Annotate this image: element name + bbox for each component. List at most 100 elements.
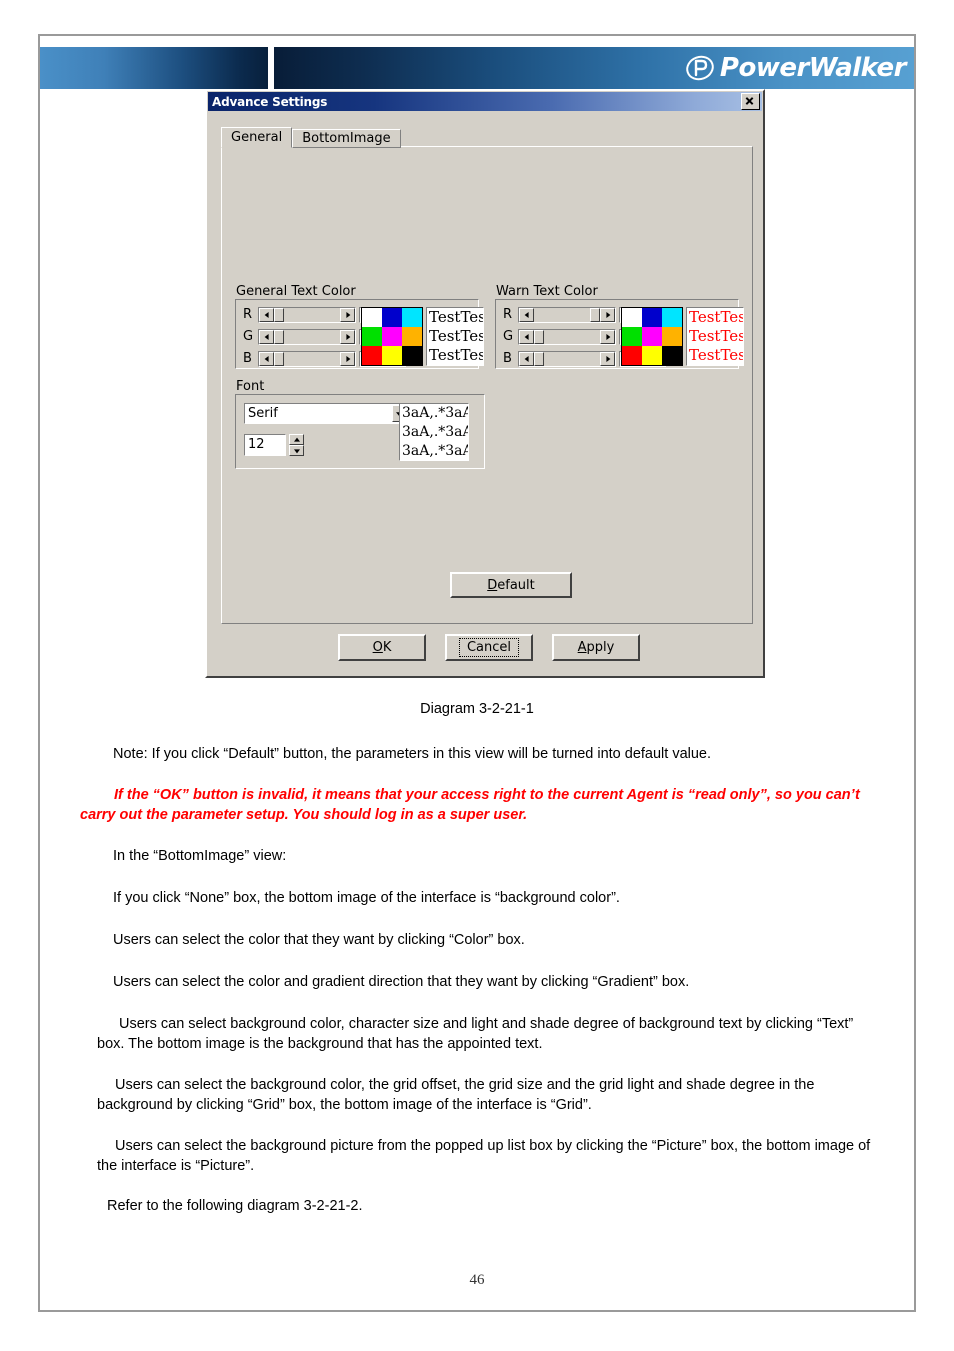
brand-logo: PowerWalker [685, 53, 907, 83]
preview-line: TestTes [689, 308, 744, 326]
warn-r-slider[interactable] [518, 306, 616, 323]
ok-button[interactable]: OK [338, 634, 426, 661]
tab-bottomimage-label: BottomImage [302, 131, 391, 146]
advance-settings-dialog: Advance Settings General BottomImage Gen… [205, 89, 765, 678]
body-paragraph-1: In the “BottomImage” view: [113, 848, 287, 864]
arrow-right-icon[interactable] [340, 329, 355, 344]
page-number: 46 [469, 1272, 485, 1288]
color-swatch[interactable] [622, 346, 642, 365]
tab-general[interactable]: General [221, 127, 293, 148]
warn-g-label: G [503, 329, 514, 344]
powerwalker-logo-icon [685, 53, 715, 83]
slider-thumb[interactable] [534, 329, 544, 344]
general-text-preview: TestTes TestTes TestTes [426, 307, 484, 366]
arrow-right-icon[interactable] [600, 307, 615, 322]
body-paragraph-2: If you click “None” box, the bottom imag… [113, 890, 620, 906]
arrow-left-icon[interactable] [259, 351, 274, 366]
preview-line: 3aA,.*3aA [402, 405, 469, 421]
arrow-left-icon[interactable] [259, 329, 274, 344]
default-button[interactable]: Default [450, 572, 572, 598]
color-swatch[interactable] [622, 327, 642, 346]
general-r-label: R [243, 307, 253, 322]
warn-b-slider[interactable] [518, 350, 616, 367]
color-swatch[interactable] [642, 327, 662, 346]
page-header-banner: PowerWalker [40, 47, 914, 89]
brand-name: PowerWalker [719, 53, 907, 83]
font-sample-preview: 3aA,.*3aA 3aA,.*3aA 3aA,.*3aA [399, 403, 469, 461]
slider-thumb[interactable] [274, 351, 284, 366]
color-swatch[interactable] [662, 308, 682, 327]
color-swatch[interactable] [382, 346, 402, 365]
color-swatch[interactable] [662, 327, 682, 346]
color-swatch[interactable] [362, 308, 382, 327]
preview-line: TestTes [429, 346, 484, 364]
color-swatch[interactable] [402, 327, 422, 346]
body-paragraph-6: Users can select the background color, t… [97, 1077, 815, 1113]
arrow-right-icon[interactable] [340, 307, 355, 322]
warn-color-swatch-grid[interactable] [621, 307, 683, 366]
tab-strip: General BottomImage [221, 126, 401, 148]
preview-line: 3aA,.*3aA [402, 443, 469, 459]
preview-line: TestTes [429, 327, 484, 345]
spinner-up-icon[interactable] [289, 434, 304, 445]
general-b-label: B [243, 351, 252, 366]
body-paragraph-5: Users can select background color, chara… [97, 1016, 854, 1052]
warn-g-slider[interactable] [518, 328, 616, 345]
color-swatch[interactable] [622, 308, 642, 327]
apply-button-label: pply [586, 640, 615, 655]
warn-r-label: R [503, 307, 513, 322]
color-swatch[interactable] [662, 346, 682, 365]
arrow-left-icon[interactable] [519, 307, 534, 322]
slider-thumb[interactable] [534, 351, 544, 366]
note-paragraph: Note: If you click “Default” button, the… [113, 746, 712, 762]
default-button-label: efault [497, 577, 535, 593]
color-swatch[interactable] [402, 346, 422, 365]
tab-general-label: General [231, 130, 283, 145]
general-r-slider[interactable] [258, 306, 356, 323]
apply-button-mnemonic: A [577, 640, 587, 655]
apply-button[interactable]: Apply [552, 634, 640, 661]
cancel-button-label: Cancel [466, 640, 512, 655]
slider-thumb[interactable] [590, 307, 600, 322]
font-family-select[interactable]: Serif [244, 403, 412, 424]
dialog-title: Advance Settings [212, 94, 328, 109]
color-swatch[interactable] [362, 346, 382, 365]
general-g-label: G [243, 329, 254, 344]
general-color-swatch-grid[interactable] [361, 307, 423, 366]
color-swatch[interactable] [382, 327, 402, 346]
body-paragraph-4: Users can select the color and gradient … [113, 974, 690, 990]
arrow-right-icon[interactable] [600, 329, 615, 344]
preview-line: TestTes [429, 308, 484, 326]
ok-button-label: K [382, 640, 392, 655]
warning-paragraph: If the “OK” button is invalid, it means … [80, 787, 860, 823]
font-size-input[interactable]: 12 [244, 434, 286, 456]
tab-panel-general: General Text Color R 0 G 0 [221, 146, 753, 624]
dialog-titlebar[interactable]: Advance Settings [208, 92, 762, 111]
color-swatch[interactable] [642, 308, 662, 327]
spinner-down-icon[interactable] [289, 445, 304, 456]
arrow-left-icon[interactable] [259, 307, 274, 322]
color-swatch[interactable] [402, 308, 422, 327]
arrow-left-icon[interactable] [519, 329, 534, 344]
preview-line: TestTes [689, 346, 744, 364]
close-icon[interactable] [741, 93, 760, 110]
body-paragraph-8: Refer to the following diagram 3-2-21-2. [107, 1198, 363, 1214]
arrow-right-icon[interactable] [600, 351, 615, 366]
arrow-left-icon[interactable] [519, 351, 534, 366]
color-swatch[interactable] [362, 327, 382, 346]
font-group-title: Font [236, 379, 265, 394]
slider-thumb[interactable] [274, 329, 284, 344]
color-swatch[interactable] [382, 308, 402, 327]
slider-thumb[interactable] [274, 307, 284, 322]
general-b-slider[interactable] [258, 350, 356, 367]
tab-bottomimage[interactable]: BottomImage [292, 129, 401, 148]
general-g-slider[interactable] [258, 328, 356, 345]
font-size-stepper[interactable] [289, 434, 304, 456]
arrow-right-icon[interactable] [340, 351, 355, 366]
color-swatch[interactable] [642, 346, 662, 365]
default-button-mnemonic: D [487, 577, 498, 593]
cancel-button[interactable]: Cancel [445, 634, 533, 661]
font-family-value: Serif [248, 406, 278, 421]
figure-caption: Diagram 3-2-21-1 [420, 701, 534, 717]
preview-line: 3aA,.*3aA [402, 424, 469, 440]
